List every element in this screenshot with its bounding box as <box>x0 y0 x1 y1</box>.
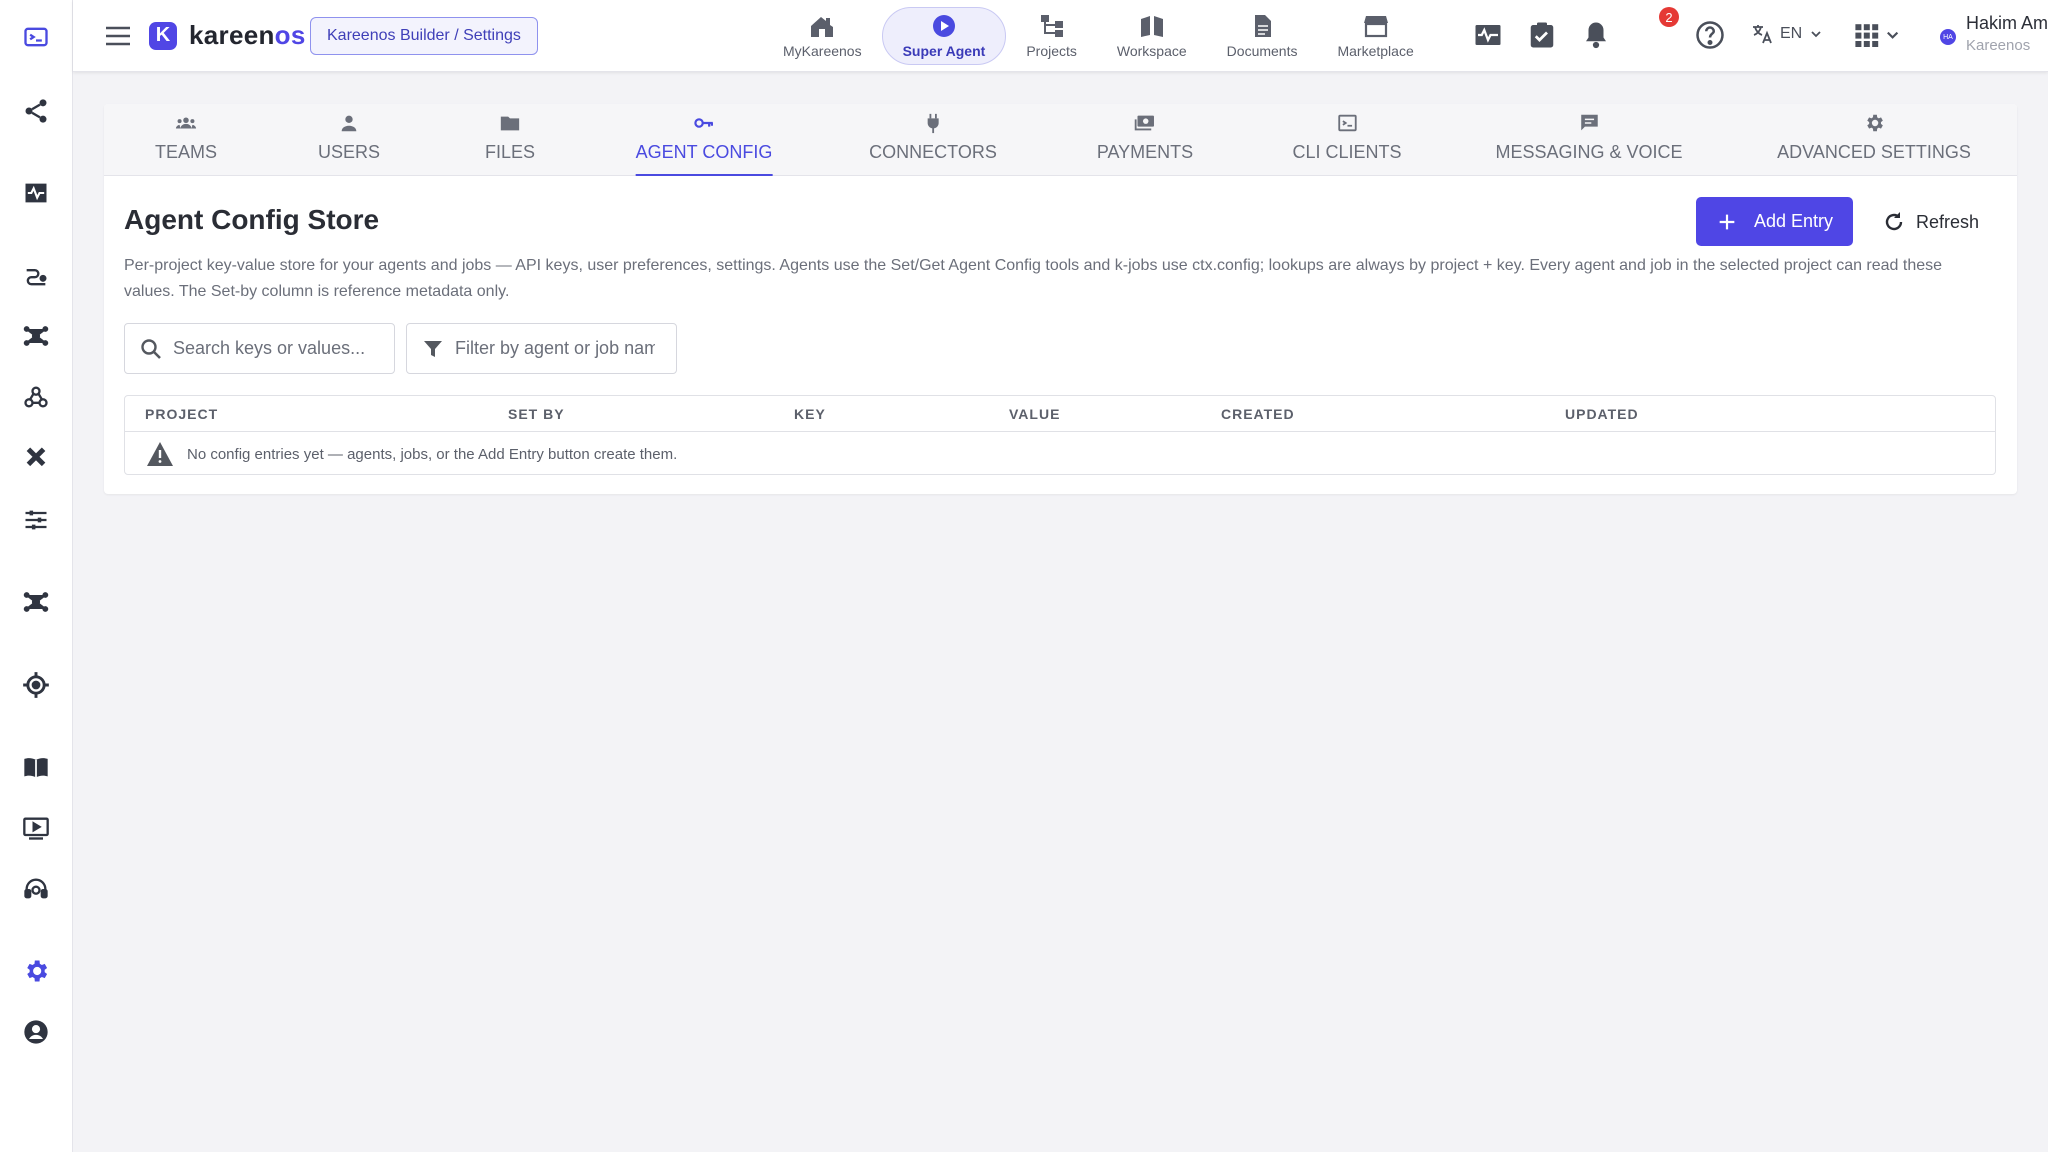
top-bar: K kareenos Kareenos Builder / Settings M… <box>73 0 2048 72</box>
add-entry-label: Add Entry <box>1753 211 1834 231</box>
share-icon[interactable] <box>18 93 54 129</box>
notification-count-badge: 2 <box>1659 7 1679 27</box>
settings-gear-icon[interactable] <box>18 953 54 989</box>
left-rail <box>0 0 73 1152</box>
tab-label: PAYMENTS <box>1096 142 1194 162</box>
account-icon[interactable] <box>18 1014 54 1050</box>
tab-label: CONNECTORS <box>869 142 997 162</box>
terminal-icon <box>1337 114 1357 132</box>
workflow-icon[interactable] <box>18 258 54 294</box>
tab-label: USERS <box>317 142 381 162</box>
column-header-project[interactable]: PROJECT <box>145 406 218 422</box>
filter-input[interactable] <box>455 338 655 359</box>
tab-files[interactable]: FILES <box>485 104 535 176</box>
tab-teams[interactable]: TEAMS <box>155 104 217 176</box>
user-name: Hakim Amir <box>1966 13 2048 33</box>
tab-connectors[interactable]: CONNECTORS <box>869 104 997 176</box>
column-header-set-by[interactable]: SET BY <box>508 406 565 422</box>
teams-icon <box>175 117 197 129</box>
tab-agent-config[interactable]: AGENT CONFIG <box>635 104 773 176</box>
search-input[interactable] <box>173 338 373 359</box>
search-icon <box>141 338 161 359</box>
settings-tabs: TEAMS USERS FILES AGENT CONFIG CONNECTOR… <box>104 104 2017 176</box>
refresh-button[interactable]: Refresh <box>1882 207 1979 237</box>
config-table: PROJECT SET BY KEY VALUE CREATED UPDATED… <box>124 395 1996 475</box>
user-icon <box>341 115 357 132</box>
page-title: Agent Config Store <box>124 204 380 235</box>
chevron-down-icon <box>1811 31 1821 38</box>
search-field[interactable] <box>124 323 395 374</box>
hub-network-icon[interactable] <box>18 318 54 354</box>
folder-icon <box>500 116 520 131</box>
tab-label: FILES <box>484 142 536 162</box>
add-entry-button[interactable]: Add Entry <box>1696 197 1853 246</box>
payments-icon <box>1134 115 1155 131</box>
sliders-icon[interactable] <box>18 502 54 538</box>
empty-state-row: No config entries yet — agents, jobs, or… <box>125 432 1995 476</box>
key-icon <box>694 118 714 128</box>
chat-icon <box>1580 114 1598 131</box>
user-org: Kareenos <box>1966 37 2031 54</box>
tab-advanced-settings[interactable]: ADVANCED SETTINGS <box>1777 104 1971 176</box>
plus-icon <box>1719 214 1735 229</box>
tab-cli-clients[interactable]: CLI CLIENTS <box>1292 104 1402 176</box>
language-selector[interactable]: EN <box>1750 22 1822 46</box>
filter-icon <box>424 340 442 357</box>
empty-state-message: No config entries yet — agents, jobs, or… <box>187 445 678 463</box>
activity-monitor-icon[interactable] <box>18 175 54 211</box>
filter-field[interactable] <box>406 323 677 374</box>
target-icon[interactable] <box>18 667 54 703</box>
tab-label: TEAMS <box>154 142 218 162</box>
video-player-icon[interactable] <box>18 810 54 846</box>
refresh-icon <box>1885 212 1903 231</box>
tab-users[interactable]: USERS <box>318 104 380 176</box>
support-agent-icon[interactable] <box>18 871 54 907</box>
top-right-controls: 2 EN HA Hakim Amir Kareenos <box>73 0 2048 72</box>
settings-card: TEAMS USERS FILES AGENT CONFIG CONNECTOR… <box>104 104 2017 494</box>
translate-icon <box>1753 25 1772 44</box>
apps-grid-icon <box>1855 24 1899 47</box>
webhook-icon[interactable] <box>18 379 54 415</box>
warning-icon <box>147 442 173 466</box>
table-header: PROJECT SET BY KEY VALUE CREATED UPDATED <box>125 396 1995 432</box>
page-description: Per-project key-value store for your age… <box>124 257 1943 300</box>
help-icon[interactable] <box>1695 20 1727 52</box>
column-header-key[interactable]: KEY <box>794 406 826 422</box>
hub-network-icon[interactable] <box>18 584 54 620</box>
tab-label: ADVANCED SETTINGS <box>1777 142 1971 162</box>
tools-icon[interactable] <box>18 440 54 476</box>
gear-icon <box>1867 114 1883 132</box>
tab-label: MESSAGING & VOICE <box>1495 142 1683 162</box>
column-header-value[interactable]: VALUE <box>1009 406 1060 422</box>
language-code: EN <box>1780 25 1803 42</box>
terminal-window-icon[interactable] <box>18 19 54 55</box>
tab-messaging-voice[interactable]: MESSAGING & VOICE <box>1495 104 1683 176</box>
tab-label: AGENT CONFIG <box>635 142 773 162</box>
column-header-created[interactable]: CREATED <box>1221 406 1295 422</box>
task-checklist-icon[interactable] <box>1527 20 1559 52</box>
avatar: HA <box>1940 29 1956 45</box>
active-tab-indicator <box>635 174 773 176</box>
tab-label: CLI CLIENTS <box>1292 142 1402 162</box>
apps-grid-menu[interactable] <box>1853 20 1905 52</box>
column-header-updated[interactable]: UPDATED <box>1565 406 1639 422</box>
notifications-bell-icon[interactable] <box>1581 20 1613 52</box>
book-icon[interactable] <box>18 749 54 785</box>
refresh-label: Refresh <box>1916 211 1980 232</box>
activity-monitor-icon[interactable] <box>1473 20 1505 52</box>
tab-payments[interactable]: PAYMENTS <box>1097 104 1193 176</box>
plug-icon <box>927 113 939 134</box>
